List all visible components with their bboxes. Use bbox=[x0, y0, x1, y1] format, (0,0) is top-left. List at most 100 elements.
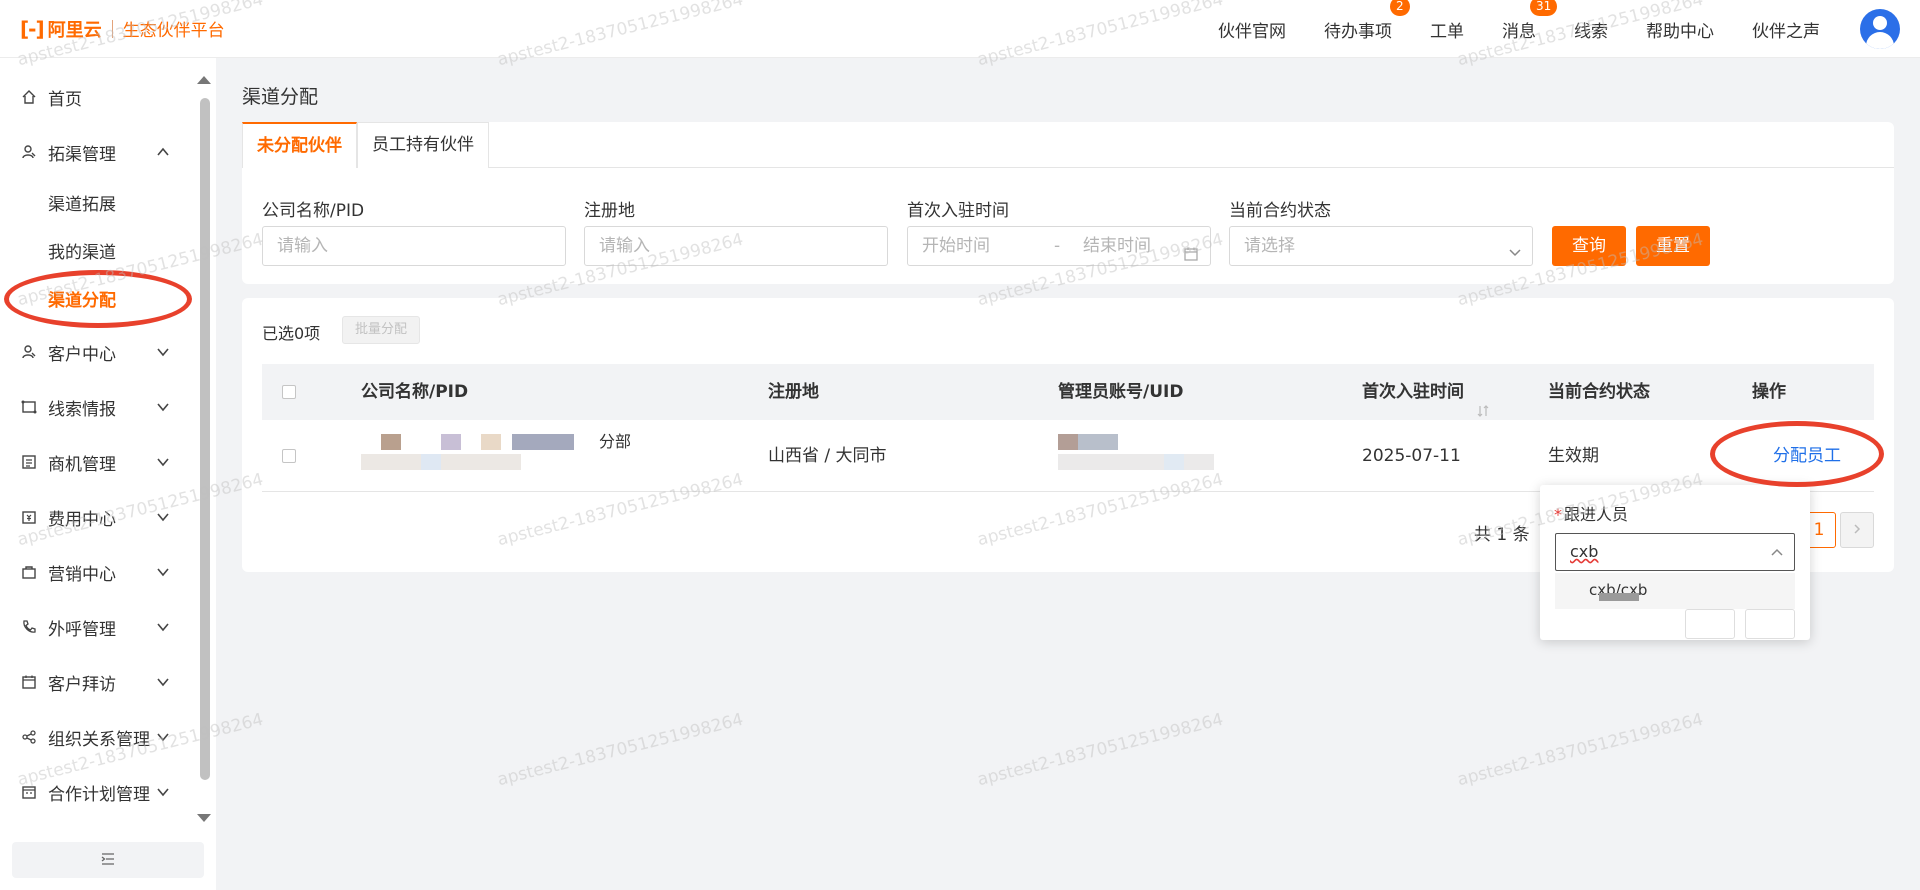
end-date-input[interactable]: 结束时间 bbox=[1083, 227, 1151, 265]
redacted-block bbox=[1078, 434, 1118, 450]
sidebar-item-marketing[interactable]: 营销中心 bbox=[0, 552, 196, 592]
select-all-checkbox[interactable] bbox=[282, 385, 296, 399]
sidebar-item-channel-expand[interactable]: 渠道拓展 bbox=[0, 182, 196, 222]
range-separator: - bbox=[1054, 236, 1061, 256]
chevron-down-icon bbox=[154, 673, 172, 691]
nav-label: 线索 bbox=[1574, 21, 1608, 42]
sidebar-item-cooperation-plan[interactable]: 合作计划管理 bbox=[0, 772, 196, 812]
watermark: apstest2-1837051251998264 bbox=[1455, 709, 1706, 791]
sidebar-item-customer-center[interactable]: 客户中心 bbox=[0, 332, 196, 372]
query-button[interactable]: 查询 bbox=[1552, 226, 1626, 266]
sidebar-item-label: 客户中心 bbox=[48, 344, 116, 365]
sidebar-item-opportunity[interactable]: 商机管理 bbox=[0, 442, 196, 482]
sidebar-item-partner-mgmt[interactable]: 拓渠管理 bbox=[0, 132, 196, 172]
nav-partner-voice[interactable]: 伙伴之声 bbox=[1752, 17, 1820, 42]
sidebar-item-leads[interactable]: 线索情报 bbox=[0, 387, 196, 427]
tab-employee-partners[interactable]: 员工持有伙伴 bbox=[357, 122, 489, 168]
start-date-input[interactable]: 开始时间 bbox=[922, 227, 990, 265]
sidebar-scrollbar[interactable] bbox=[200, 98, 210, 780]
col-status: 当前合约状态 bbox=[1548, 382, 1650, 402]
table-row: 分部 山西省 / 大同市 2025-07-11 生效期 分配员工 bbox=[262, 420, 1874, 492]
avatar[interactable] bbox=[1860, 9, 1900, 49]
nav-partner-site[interactable]: 伙伴官网 bbox=[1218, 17, 1286, 42]
status-select-placeholder: 请选择 bbox=[1244, 236, 1295, 256]
sidebar: 首页 拓渠管理 渠道拓展 我的渠道 渠道分配 客户中心 线索情报 商机管理 费用… bbox=[0, 58, 216, 890]
scroll-down-arrow[interactable] bbox=[197, 814, 211, 822]
chevron-down-icon bbox=[154, 728, 172, 746]
popover-cancel-button[interactable] bbox=[1685, 609, 1735, 639]
col-first-join-label: 首次入驻时间 bbox=[1362, 382, 1464, 402]
scroll-up-arrow[interactable] bbox=[197, 76, 211, 84]
sidebar-item-fee-center[interactable]: 费用中心 bbox=[0, 497, 196, 537]
sidebar-collapse-button[interactable] bbox=[12, 842, 204, 878]
chevron-down-icon bbox=[154, 563, 172, 581]
sidebar-item-customer-visit[interactable]: 客户拜访 bbox=[0, 662, 196, 702]
popover-confirm-button[interactable] bbox=[1745, 609, 1795, 639]
sort-icon[interactable] bbox=[1476, 385, 1490, 417]
reset-button[interactable]: 重置 bbox=[1636, 226, 1710, 266]
redacted-block bbox=[1599, 593, 1639, 601]
top-header: [-] 阿里云 生态伙伴平台 伙伴官网 待办事项 2 工单 消息 31 线索 帮助中… bbox=[0, 0, 1920, 58]
sidebar-item-channel-assign[interactable]: 渠道分配 bbox=[0, 278, 196, 318]
next-page-button[interactable] bbox=[1840, 512, 1874, 548]
redacted-block bbox=[512, 434, 574, 450]
chevron-down-icon bbox=[154, 398, 172, 416]
follow-up-option[interactable]: cxb/cxb bbox=[1555, 573, 1795, 609]
follow-up-input-value[interactable]: cxb bbox=[1570, 542, 1598, 561]
row-checkbox[interactable] bbox=[282, 449, 296, 463]
sidebar-item-label: 拓渠管理 bbox=[48, 144, 116, 165]
plan-icon bbox=[20, 783, 38, 801]
follow-up-select[interactable]: cxb bbox=[1555, 533, 1795, 571]
sidebar-item-label: 客户拜访 bbox=[48, 674, 116, 695]
status-label: 当前合约状态 bbox=[1229, 201, 1331, 221]
redacted-uid bbox=[1058, 454, 1214, 470]
chevron-down-icon bbox=[154, 343, 172, 361]
collapse-icon bbox=[101, 850, 115, 870]
status-select[interactable]: 请选择 bbox=[1229, 226, 1533, 266]
company-label: 公司名称/PID bbox=[262, 201, 365, 221]
nav-help-center[interactable]: 帮助中心 bbox=[1646, 17, 1714, 42]
status-cell: 生效期 bbox=[1548, 446, 1599, 466]
region-input[interactable]: 请输入 bbox=[584, 226, 888, 266]
chevron-up-icon bbox=[1768, 544, 1786, 562]
sidebar-item-label: 合作计划管理 bbox=[48, 784, 150, 805]
assign-popover: * 跟进人员 cxb cxb/cxb bbox=[1540, 485, 1810, 640]
logo-text: 阿里云 bbox=[47, 19, 102, 41]
col-first-join[interactable]: 首次入驻时间 bbox=[1362, 364, 1490, 420]
sidebar-item-label: 渠道分配 bbox=[48, 290, 116, 311]
tab-unassigned-partners[interactable]: 未分配伙伴 bbox=[242, 122, 357, 168]
nav-todo[interactable]: 待办事项 2 bbox=[1324, 0, 1410, 42]
marketing-icon bbox=[20, 563, 38, 581]
col-company: 公司名称/PID bbox=[361, 382, 469, 402]
nav-ticket[interactable]: 工单 bbox=[1430, 17, 1464, 42]
logo[interactable]: [-] 阿里云 生态伙伴平台 bbox=[20, 16, 225, 42]
batch-assign-button[interactable]: 批量分配 bbox=[342, 316, 420, 344]
sidebar-item-my-channels[interactable]: 我的渠道 bbox=[0, 230, 196, 270]
col-action: 操作 bbox=[1752, 382, 1786, 402]
nav-messages[interactable]: 消息 31 bbox=[1502, 0, 1558, 42]
top-nav: 伙伴官网 待办事项 2 工单 消息 31 线索 帮助中心 伙伴之声 bbox=[1218, 0, 1920, 58]
selected-count: 已选0项 bbox=[262, 324, 321, 343]
col-region: 注册地 bbox=[768, 382, 819, 402]
nav-label: 伙伴官网 bbox=[1218, 21, 1286, 42]
company-input[interactable]: 请输入 bbox=[262, 226, 566, 266]
watermark: apstest2-1837051251998264 bbox=[975, 709, 1226, 791]
avatar-head bbox=[1873, 16, 1887, 30]
sidebar-item-label: 组织关系管理 bbox=[48, 729, 150, 750]
nav-leads[interactable]: 线索 bbox=[1574, 17, 1608, 42]
platform-name: 生态伙伴平台 bbox=[122, 21, 225, 41]
tab-bar: 未分配伙伴 员工持有伙伴 bbox=[242, 122, 1894, 168]
date-range-picker[interactable]: 开始时间 - 结束时间 bbox=[907, 226, 1211, 266]
watermark: apstest2-1837051251998264 bbox=[495, 709, 746, 791]
sidebar-item-home[interactable]: 首页 bbox=[0, 77, 196, 117]
region-label: 注册地 bbox=[584, 201, 635, 221]
redacted-block bbox=[381, 434, 401, 450]
sidebar-item-label: 渠道拓展 bbox=[48, 194, 116, 215]
calendar-icon bbox=[1183, 238, 1199, 261]
sidebar-item-outbound-call[interactable]: 外呼管理 bbox=[0, 607, 196, 647]
redacted-block bbox=[481, 434, 501, 450]
assign-employee-link[interactable]: 分配员工 bbox=[1773, 420, 1841, 492]
nav-label: 消息 bbox=[1502, 21, 1536, 42]
sidebar-item-org-relations[interactable]: 组织关系管理 bbox=[0, 717, 196, 757]
sidebar-item-label: 首页 bbox=[48, 89, 82, 110]
